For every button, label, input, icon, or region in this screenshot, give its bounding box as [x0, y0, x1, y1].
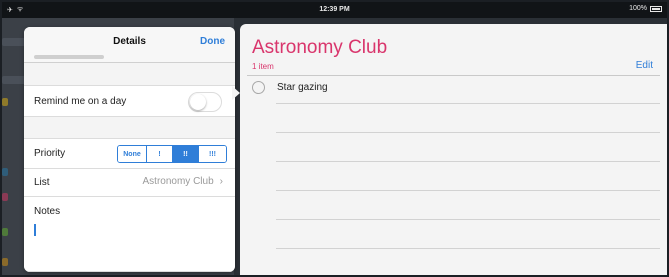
list-value: Astronomy Club › — [143, 176, 223, 187]
ruled-line — [276, 103, 660, 104]
status-right: 100% — [629, 5, 662, 12]
priority-label: Priority — [34, 148, 66, 159]
list-item-text[interactable]: Star gazing — [277, 82, 328, 93]
remind-me-label: Remind me on a day — [34, 96, 127, 107]
notes-label: Notes — [34, 206, 61, 217]
bg-color-dot — [2, 258, 8, 266]
ruled-line — [276, 132, 660, 133]
popover-header: Details Done — [24, 27, 235, 63]
popover-arrow — [232, 86, 240, 100]
toggle-knob — [190, 94, 206, 110]
priority-high[interactable]: !!! — [198, 146, 226, 162]
item-count: 1 item — [252, 62, 274, 71]
battery-icon — [650, 5, 662, 12]
remind-me-cell: Remind me on a day — [24, 85, 235, 117]
ruled-line — [276, 190, 660, 191]
remind-toggle[interactable] — [188, 92, 222, 112]
status-time: 12:39 PM — [319, 6, 350, 13]
list-item[interactable]: Star gazing — [252, 81, 328, 94]
bg-row — [2, 38, 26, 46]
done-button[interactable]: Done — [200, 36, 225, 47]
text-cursor — [34, 224, 36, 236]
bg-color-dot — [2, 98, 8, 106]
list-label: List — [34, 177, 50, 188]
scrolled-content-peek — [34, 55, 104, 59]
status-bar: ✈ ᯤ 12:39 PM 100% — [2, 2, 667, 18]
edit-button[interactable]: Edit — [636, 60, 653, 71]
bg-row — [2, 76, 26, 84]
priority-none[interactable]: None — [118, 146, 146, 162]
priority-cell: Priority None ! !! !!! — [24, 138, 235, 168]
priority-low[interactable]: ! — [146, 146, 172, 162]
list-value-text: Astronomy Club — [142, 176, 214, 187]
list-cell[interactable]: List Astronomy Club › — [24, 168, 235, 196]
ruled-line — [276, 219, 660, 220]
complete-checkbox[interactable] — [252, 81, 265, 94]
header-divider — [247, 75, 660, 76]
priority-medium[interactable]: !! — [172, 146, 198, 162]
battery-percent: 100% — [629, 5, 647, 12]
details-popover: Details Done Remind me on a day Priority… — [24, 27, 235, 272]
notes-cell[interactable]: Notes — [24, 196, 235, 272]
bg-color-dot — [2, 168, 8, 176]
ruled-line — [276, 161, 660, 162]
bg-color-dot — [2, 228, 8, 236]
list-panel: Astronomy Club 1 item Edit Star gazing — [240, 24, 667, 275]
priority-segmented-control[interactable]: None ! !! !!! — [117, 145, 227, 163]
list-title: Astronomy Club — [252, 37, 388, 58]
ipad-screen: ✈ ᯤ 12:39 PM 100% Astronomy Club 1 item … — [2, 2, 667, 275]
chevron-right-icon: › — [219, 176, 223, 187]
ruled-line — [276, 248, 660, 249]
bg-color-dot — [2, 193, 8, 201]
